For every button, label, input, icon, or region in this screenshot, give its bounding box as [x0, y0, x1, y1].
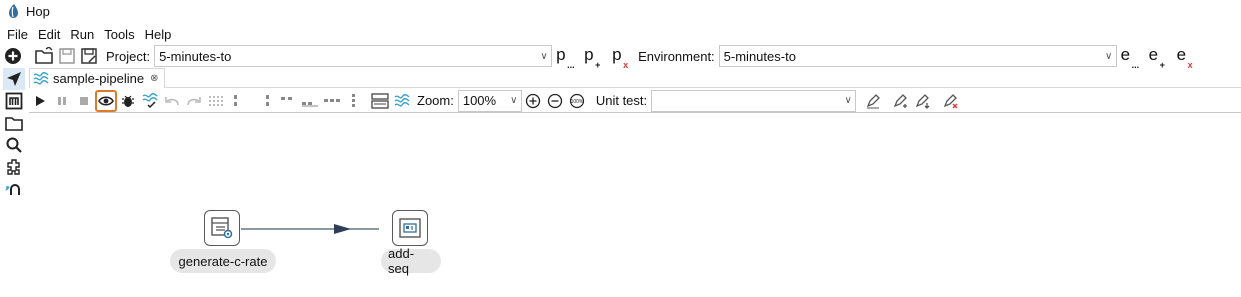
- window-title: Hop: [26, 3, 50, 19]
- close-icon[interactable]: ⊗: [150, 73, 158, 84]
- add-project-letter: p: [584, 45, 594, 64]
- tab-sample-pipeline[interactable]: sample-pipeline ⊗: [29, 68, 166, 88]
- add-project-button[interactable]: p +: [584, 45, 604, 70]
- open-folder-icon[interactable]: [34, 45, 56, 67]
- search-icon[interactable]: [3, 134, 25, 156]
- hop-arrow-icon: [334, 224, 351, 234]
- menu-help[interactable]: Help: [144, 27, 173, 42]
- environment-select[interactable]: 5-minutes-to ∨: [718, 45, 1117, 67]
- pipeline-canvas[interactable]: generate-c-rate add-seq: [29, 114, 1241, 297]
- debug-icon[interactable]: [117, 90, 139, 112]
- align-right-icon[interactable]: [255, 90, 277, 112]
- align-top-icon[interactable]: [277, 90, 299, 112]
- menu-run[interactable]: Run: [69, 27, 95, 42]
- edit-environment-button[interactable]: e...: [1120, 45, 1141, 70]
- plugins-icon[interactable]: [3, 156, 25, 178]
- add-environment-letter: e: [1148, 45, 1159, 64]
- add-environment-button[interactable]: e +: [1148, 45, 1169, 70]
- align-bottom-icon[interactable]: [299, 90, 321, 112]
- environment-select-value: 5-minutes-to: [723, 48, 796, 64]
- project-select[interactable]: 5-minutes-to ∨: [154, 45, 553, 67]
- title-bar: Hop: [0, 0, 1241, 22]
- snap-to-grid-icon[interactable]: [205, 90, 227, 112]
- hop-logo-icon: [9, 4, 18, 18]
- node-label-generate-c-rate: generate-c-rate: [170, 249, 276, 273]
- delete-environment-letter: e: [1176, 45, 1187, 64]
- data-orchestration-icon[interactable]: [3, 68, 25, 90]
- chevron-down-icon: ∨: [1105, 50, 1113, 62]
- menu-tools[interactable]: Tools: [103, 27, 135, 42]
- save-icon[interactable]: [56, 45, 78, 67]
- chevron-down-icon: ∨: [540, 50, 548, 62]
- project-label: Project:: [106, 48, 151, 64]
- zoom-in-icon[interactable]: [522, 90, 544, 112]
- redo-icon[interactable]: [183, 90, 205, 112]
- menu-edit[interactable]: Edit: [37, 27, 61, 42]
- zoom-select-value: 100%: [462, 93, 497, 108]
- pipeline-icon: [33, 71, 49, 85]
- new-icon[interactable]: [2, 45, 24, 67]
- chevron-down-icon: ∨: [510, 95, 518, 106]
- tab-label: sample-pipeline: [53, 71, 145, 86]
- project-select-value: 5-minutes-to: [159, 48, 232, 64]
- menu-bar: File Edit Run Tools Help: [0, 24, 180, 44]
- run-icon[interactable]: [29, 90, 51, 112]
- undo-icon[interactable]: [161, 90, 183, 112]
- git-icon[interactable]: [3, 178, 25, 200]
- unit-test-label: Unit test:: [595, 93, 648, 108]
- tab-strip: sample-pipeline ⊗: [29, 68, 1241, 88]
- zoom-label: Zoom:: [417, 93, 454, 108]
- project-bar: Project: 5-minutes-to ∨ p... p + px Envir…: [0, 44, 1241, 70]
- save-as-icon[interactable]: [78, 45, 100, 67]
- transform-add-seq[interactable]: [392, 210, 428, 246]
- edit-unit-test-icon[interactable]: [862, 90, 884, 112]
- zoom-100-text: 100%: [570, 99, 583, 105]
- add-unit-test-icon[interactable]: [890, 90, 912, 112]
- delete-project-button[interactable]: px: [612, 45, 632, 70]
- pipeline-settings-icon[interactable]: [391, 90, 413, 112]
- align-left-icon[interactable]: [227, 90, 249, 112]
- delete-environment-button[interactable]: ex: [1176, 45, 1197, 70]
- pipeline-check-icon[interactable]: [139, 90, 161, 112]
- file-explorer-icon[interactable]: [3, 112, 25, 134]
- menu-file[interactable]: File: [6, 27, 29, 42]
- zoom-select[interactable]: 100% ∨: [457, 89, 522, 112]
- zoom-out-icon[interactable]: [544, 90, 566, 112]
- unit-test-select[interactable]: ∨: [651, 89, 857, 112]
- edit-project-letter: p: [556, 45, 566, 64]
- pipeline-properties-icon[interactable]: [369, 90, 391, 112]
- distribute-horizontal-icon[interactable]: [321, 90, 343, 112]
- chevron-down-icon: ∨: [844, 95, 852, 106]
- perspective-sidebar: [0, 68, 28, 297]
- row-generator-icon: [211, 217, 233, 239]
- edit-environment-letter: e: [1120, 45, 1131, 64]
- pipeline-toolbar: Zoom: 100% ∨ 100% Unit test: ∨: [29, 89, 1241, 113]
- add-sequence-icon: [399, 218, 421, 238]
- transform-generate-c-rate[interactable]: [204, 210, 240, 246]
- node-label-add-seq: add-seq: [381, 246, 441, 276]
- stop-icon[interactable]: [73, 90, 95, 112]
- edit-project-button[interactable]: p...: [556, 45, 576, 70]
- delete-project-letter: p: [612, 45, 622, 64]
- distribute-vertical-icon[interactable]: [343, 90, 365, 112]
- pause-icon[interactable]: [51, 90, 73, 112]
- environment-label: Environment:: [638, 48, 715, 64]
- delete-unit-test-icon[interactable]: [940, 90, 962, 112]
- metadata-icon[interactable]: [3, 90, 25, 112]
- zoom-100-icon[interactable]: 100%: [566, 90, 588, 112]
- attach-unit-test-icon[interactable]: [912, 90, 934, 112]
- preview-icon[interactable]: [95, 89, 117, 112]
